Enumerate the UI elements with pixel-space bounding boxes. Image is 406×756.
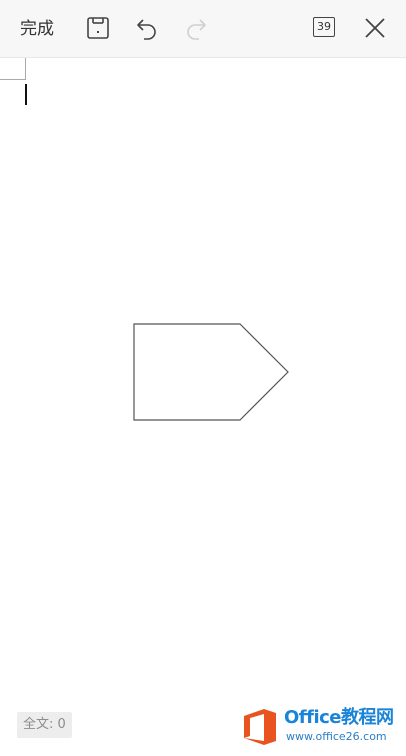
page-count-value: 39 — [313, 17, 335, 37]
watermark-title: Office教程网 — [284, 707, 394, 728]
editor-page: 完成 39 全文: 0 Office教程网 www.office26.com — [0, 0, 406, 756]
save-icon[interactable] — [85, 15, 111, 41]
undo-icon[interactable] — [134, 15, 160, 41]
pentagon-arrow-shape[interactable] — [132, 322, 292, 422]
document-canvas[interactable] — [0, 58, 406, 698]
page-margin-marker — [0, 58, 26, 80]
close-icon[interactable] — [362, 15, 388, 41]
text-cursor[interactable] — [25, 84, 27, 105]
page-count-button[interactable]: 39 — [313, 17, 337, 39]
office-logo-icon — [244, 709, 276, 745]
watermark-url: www.office26.com — [286, 730, 387, 743]
done-button[interactable]: 完成 — [20, 18, 54, 40]
top-toolbar: 完成 39 — [0, 0, 406, 58]
word-count-badge: 全文: 0 — [17, 712, 72, 738]
watermark: Office教程网 www.office26.com — [240, 704, 402, 750]
redo-icon[interactable] — [183, 15, 209, 41]
